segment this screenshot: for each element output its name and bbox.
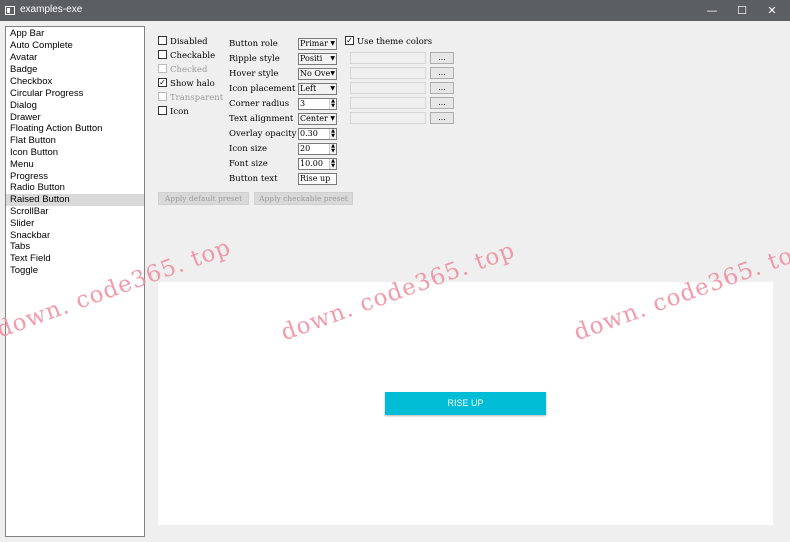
- ripple-style-label: Ripple style: [229, 54, 280, 64]
- pick-color-button[interactable]: ...: [430, 112, 454, 124]
- text-alignment-select[interactable]: Center ▼: [298, 113, 337, 125]
- apply-checkable-preset-button[interactable]: Apply checkable preset: [254, 192, 353, 205]
- chevron-down-icon: ▼: [330, 40, 335, 47]
- spin-arrows-icon[interactable]: ▲ ▼: [329, 159, 336, 169]
- checkable-checkbox[interactable]: Checkable: [158, 50, 216, 63]
- select-value: Positi: [300, 54, 323, 63]
- ripple-style-select[interactable]: Positi ▼: [298, 53, 337, 65]
- list-item[interactable]: Floating Action Button: [6, 123, 144, 135]
- checkbox-label: Transparent: [170, 93, 224, 103]
- pick-color-button[interactable]: ...: [430, 67, 454, 79]
- overlay-opacity-label: Overlay opacity: [229, 129, 297, 139]
- select-value: Left: [300, 84, 317, 93]
- icon-checkbox[interactable]: Icon: [158, 106, 189, 119]
- list-item[interactable]: Menu: [6, 159, 144, 171]
- icon-placement-label: Icon placement: [229, 84, 296, 94]
- select-value: No Ove: [300, 69, 331, 78]
- list-item-selected[interactable]: Raised Button: [6, 194, 144, 206]
- spin-arrows-icon[interactable]: ▲ ▼: [329, 129, 336, 139]
- list-item[interactable]: Checkbox: [6, 76, 144, 88]
- button-text-input[interactable]: Rise up: [298, 173, 337, 185]
- pick-color-button[interactable]: ...: [430, 97, 454, 109]
- spin-arrows-icon[interactable]: ▲ ▼: [329, 144, 336, 154]
- chevron-down-icon: ▼: [330, 115, 335, 122]
- check-mark-icon[interactable]: ✓: [345, 36, 354, 45]
- hover-style-select[interactable]: No Ove ▼: [298, 68, 337, 80]
- use-theme-colors-checkbox[interactable]: ✓ Use theme colors: [345, 36, 433, 49]
- icon-size-label: Icon size: [229, 144, 268, 154]
- font-size-spinbox[interactable]: 10.00 ▲ ▼: [298, 158, 337, 170]
- icon-placement-select[interactable]: Left ▼: [298, 83, 337, 95]
- color-swatch: [350, 52, 426, 64]
- chevron-down-icon: ▼: [330, 85, 335, 92]
- check-mark-icon[interactable]: ✓: [158, 78, 167, 87]
- disabled-checkbox[interactable]: Disabled: [158, 36, 208, 49]
- icon-size-spinbox[interactable]: 20 ▲ ▼: [298, 143, 337, 155]
- checked-checkbox: Checked: [158, 64, 208, 77]
- apply-default-preset-button[interactable]: Apply default preset: [158, 192, 249, 205]
- select-value: Primar: [300, 39, 328, 48]
- button-role-select[interactable]: Primar ▼: [298, 38, 337, 50]
- app-icon: [5, 6, 15, 15]
- checkbox-label: Use theme colors: [357, 37, 433, 47]
- font-size-label: Font size: [229, 159, 268, 169]
- list-item[interactable]: Tabs: [6, 241, 144, 253]
- list-item[interactable]: Auto Complete: [6, 40, 144, 52]
- list-item[interactable]: Radio Button: [6, 182, 144, 194]
- list-item[interactable]: Text Field: [6, 253, 144, 265]
- hover-style-label: Hover style: [229, 69, 279, 79]
- checkbox-box: [158, 92, 167, 101]
- close-button[interactable]: ✕: [757, 0, 787, 21]
- pick-color-button[interactable]: ...: [430, 82, 454, 94]
- color-swatch: [350, 112, 426, 124]
- list-item[interactable]: Badge: [6, 64, 144, 76]
- show-halo-checkbox[interactable]: ✓ Show halo: [158, 78, 215, 91]
- list-item[interactable]: ScrollBar: [6, 206, 144, 218]
- pick-color-button[interactable]: ...: [430, 52, 454, 64]
- chevron-down-icon: ▼: [330, 55, 335, 62]
- corner-radius-label: Corner radius: [229, 99, 290, 109]
- checkbox-box[interactable]: [158, 36, 167, 45]
- checkbox-label: Disabled: [170, 37, 208, 47]
- list-item[interactable]: Flat Button: [6, 135, 144, 147]
- checkbox-box[interactable]: [158, 106, 167, 115]
- color-swatch: [350, 97, 426, 109]
- spin-value: 20: [300, 144, 311, 153]
- spin-value: 10.00: [300, 159, 323, 168]
- checkbox-label: Checkable: [170, 51, 216, 61]
- button-text-label: Button text: [229, 174, 278, 184]
- checkbox-label: Checked: [170, 65, 208, 75]
- list-item[interactable]: Icon Button: [6, 147, 144, 159]
- checkbox-box[interactable]: [158, 50, 167, 59]
- chevron-down-icon: ▼: [330, 70, 335, 77]
- checkbox-label: Show halo: [170, 79, 215, 89]
- overlay-opacity-spinbox[interactable]: 0.30 ▲ ▼: [298, 128, 337, 140]
- spin-value: 3: [300, 99, 306, 108]
- list-item[interactable]: Dialog: [6, 100, 144, 112]
- title-bar: examples-exe — ☐ ✕: [0, 0, 790, 21]
- text-alignment-label: Text alignment: [229, 114, 294, 124]
- list-item[interactable]: Avatar: [6, 52, 144, 64]
- rise-up-button[interactable]: RISE UP: [385, 392, 546, 415]
- select-value: Center: [300, 114, 328, 123]
- list-item[interactable]: Slider: [6, 218, 144, 230]
- spin-value: 0.30: [300, 129, 318, 138]
- color-swatch: [350, 82, 426, 94]
- minimize-button[interactable]: —: [697, 0, 727, 21]
- checkbox-box: [158, 64, 167, 73]
- spin-arrows-icon[interactable]: ▲ ▼: [329, 99, 336, 109]
- list-item[interactable]: Circular Progress: [6, 88, 144, 100]
- checkbox-label: Icon: [170, 107, 189, 117]
- window-title: examples-exe: [20, 4, 83, 15]
- button-role-label: Button role: [229, 39, 278, 49]
- list-item[interactable]: App Bar: [6, 28, 144, 40]
- maximize-button[interactable]: ☐: [727, 0, 757, 21]
- transparent-checkbox: Transparent: [158, 92, 224, 105]
- color-swatch: [350, 67, 426, 79]
- corner-radius-spinbox[interactable]: 3 ▲ ▼: [298, 98, 337, 110]
